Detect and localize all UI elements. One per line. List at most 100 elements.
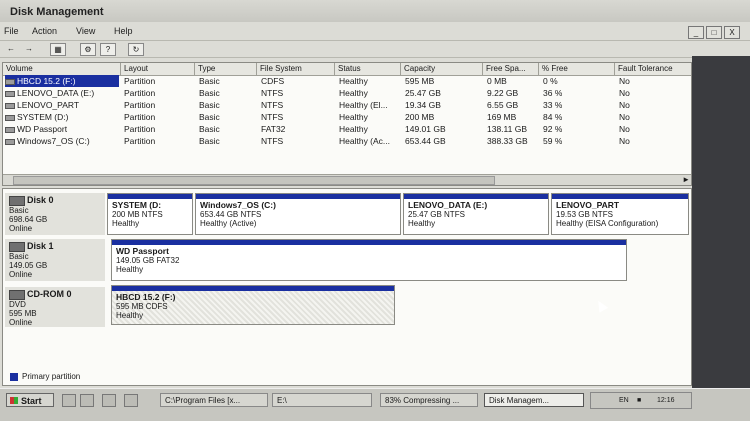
- partition-block[interactable]: SYSTEM (D: 200 MB NTFS Healthy: [107, 193, 193, 235]
- quicklaunch-icon[interactable]: [102, 394, 116, 407]
- quicklaunch-icon[interactable]: [80, 394, 94, 407]
- col-capacity[interactable]: Capacity: [401, 63, 483, 75]
- table-row[interactable]: LENOVO_DATA (E:) Partition Basic NTFS He…: [3, 87, 691, 99]
- disk-label[interactable]: Disk 1 Basic 149.05 GB Online: [5, 239, 105, 281]
- partition-detail: 595 MB CDFS: [116, 302, 168, 311]
- col-free-space[interactable]: Free Spa...: [483, 63, 539, 75]
- partition-block[interactable]: Windows7_OS (C:) 653.44 GB NTFS Healthy …: [195, 193, 401, 235]
- legend: Primary partition: [10, 372, 80, 381]
- partition-status: Healthy (EISA Configuration): [556, 219, 659, 228]
- disk-label[interactable]: Disk 0 Basic 698.64 GB Online: [5, 193, 105, 235]
- cell-free-space: 9.22 GB: [487, 88, 519, 98]
- disk-state: Online: [9, 270, 33, 279]
- taskbar-item[interactable]: C:\Program Files [x...: [160, 393, 268, 407]
- cell-volume: HBCD 15.2 (F:): [5, 75, 119, 87]
- menu-bar: File Action View Help: [0, 24, 750, 40]
- horizontal-scrollbar[interactable]: ►: [3, 174, 691, 185]
- disk-type: DVD: [9, 300, 26, 309]
- taskbar-item[interactable]: 83% Compressing ...: [380, 393, 478, 407]
- window-title: Disk Management: [10, 6, 104, 18]
- cell-type: Basic: [199, 88, 220, 98]
- cell-volume: WD Passport: [5, 123, 67, 135]
- cell-capacity: 25.47 GB: [405, 88, 441, 98]
- col-fault-tolerance[interactable]: Fault Tolerance: [615, 63, 691, 75]
- partition-block[interactable]: LENOVO_DATA (E:) 25.47 GB NTFS Healthy: [403, 193, 549, 235]
- cell-free-space: 169 MB: [487, 112, 517, 122]
- disk-type: Basic: [9, 206, 29, 215]
- quicklaunch-icon[interactable]: [62, 394, 76, 407]
- disk-icon: [9, 242, 25, 252]
- cell-free-space: 6.55 GB: [487, 100, 519, 110]
- properties-icon[interactable]: ⚙: [80, 43, 96, 56]
- cell-type: Basic: [199, 124, 220, 134]
- close-button[interactable]: X: [724, 26, 740, 39]
- table-row[interactable]: LENOVO_PART Partition Basic NTFS Healthy…: [3, 99, 691, 111]
- cell-capacity: 149.01 GB: [405, 124, 446, 134]
- volume-list: Volume Layout Type File System Status Ca…: [2, 62, 692, 186]
- cell-volume: SYSTEM (D:): [5, 111, 68, 123]
- partition-block[interactable]: LENOVO_PART 19.53 GB NTFS Healthy (EISA …: [551, 193, 689, 235]
- tray-icon[interactable]: ■: [637, 393, 641, 408]
- partition-detail: 653.44 GB NTFS: [200, 210, 262, 219]
- menu-file[interactable]: File: [4, 26, 19, 36]
- cell-fault-tolerance: No: [619, 76, 630, 86]
- partition-block[interactable]: HBCD 15.2 (F:) 595 MB CDFS Healthy: [111, 285, 395, 325]
- disk-label[interactable]: CD-ROM 0 DVD 595 MB Online: [5, 287, 105, 327]
- cell-layout: Partition: [124, 76, 156, 86]
- disk-icon: [9, 196, 25, 206]
- menu-view[interactable]: View: [76, 26, 95, 36]
- partition-name: Windows7_OS (C:): [200, 200, 276, 210]
- cell-volume: LENOVO_PART: [5, 99, 79, 111]
- table-row[interactable]: SYSTEM (D:) Partition Basic NTFS Healthy…: [3, 111, 691, 123]
- cell-type: Basic: [199, 76, 220, 86]
- partition-detail: 25.47 GB NTFS: [408, 210, 465, 219]
- menu-action[interactable]: Action: [32, 26, 57, 36]
- start-button[interactable]: Start: [6, 393, 54, 407]
- partition-status: Healthy: [408, 219, 436, 228]
- taskbar-item[interactable]: Disk Managem...: [484, 393, 584, 407]
- cell-capacity: 653.44 GB: [405, 136, 446, 146]
- cell-status: Healthy (Ac...: [339, 136, 391, 146]
- back-icon[interactable]: ←: [4, 43, 18, 54]
- cell-status: Healthy: [339, 88, 368, 98]
- cell-type: Basic: [199, 136, 220, 146]
- scroll-right-icon[interactable]: ►: [682, 175, 690, 184]
- volume-icon: [5, 114, 15, 121]
- disk-size: 698.64 GB: [9, 215, 48, 224]
- col-type[interactable]: Type: [195, 63, 257, 75]
- forward-icon[interactable]: →: [22, 43, 36, 54]
- col-volume[interactable]: Volume: [3, 63, 121, 75]
- cell-fault-tolerance: No: [619, 100, 630, 110]
- table-row[interactable]: WD Passport Partition Basic FAT32 Health…: [3, 123, 691, 135]
- col-layout[interactable]: Layout: [121, 63, 195, 75]
- col-status[interactable]: Status: [335, 63, 401, 75]
- clock[interactable]: 12:16: [657, 393, 675, 408]
- cdrom-icon: [9, 290, 25, 300]
- maximize-button[interactable]: □: [706, 26, 722, 39]
- help-icon[interactable]: ?: [100, 43, 116, 56]
- partition-block[interactable]: WD Passport 149.05 GB FAT32 Healthy: [111, 239, 627, 281]
- menu-help[interactable]: Help: [114, 26, 133, 36]
- cell-volume: Windows7_OS (C:): [5, 135, 90, 147]
- cell-file-system: NTFS: [261, 112, 284, 122]
- taskbar-item[interactable]: E:\: [272, 393, 372, 407]
- cell-fault-tolerance: No: [619, 124, 630, 134]
- quicklaunch-icon[interactable]: [124, 394, 138, 407]
- col-percent-free[interactable]: % Free: [539, 63, 615, 75]
- partition-status: Healthy (Active): [200, 219, 257, 228]
- view-icon[interactable]: ▦: [50, 43, 66, 56]
- tray-language[interactable]: EN: [619, 393, 629, 408]
- cell-status: Healthy: [339, 124, 368, 134]
- col-file-system[interactable]: File System: [257, 63, 335, 75]
- taskbar: Start C:\Program Files [x... E:\ 83% Com…: [0, 388, 750, 421]
- cell-status: Healthy: [339, 112, 368, 122]
- table-row[interactable]: HBCD 15.2 (F:) Partition Basic CDFS Heal…: [3, 75, 691, 87]
- table-row[interactable]: Windows7_OS (C:) Partition Basic NTFS He…: [3, 135, 691, 147]
- cell-layout: Partition: [124, 124, 156, 134]
- partition-detail: 149.05 GB FAT32: [116, 256, 180, 265]
- legend-label: Primary partition: [22, 372, 81, 381]
- disk-name: Disk 0: [27, 195, 54, 206]
- scrollbar-thumb[interactable]: [13, 176, 495, 185]
- minimize-button[interactable]: _: [688, 26, 704, 39]
- refresh-icon[interactable]: ↻: [128, 43, 144, 56]
